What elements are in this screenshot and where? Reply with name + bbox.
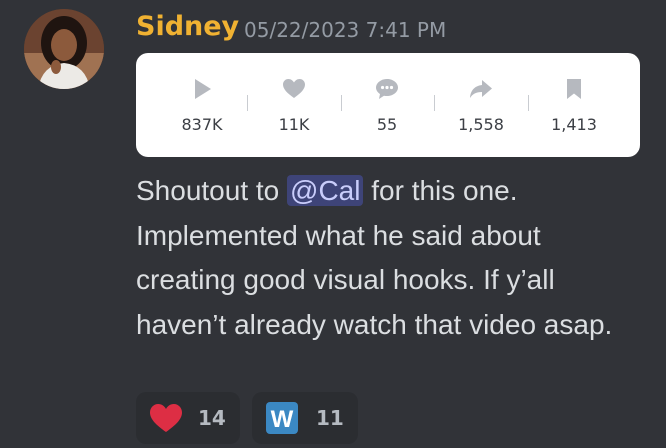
play-icon: [190, 77, 214, 101]
stat-saves: 1,413: [529, 53, 619, 157]
stat-comments: 55: [342, 53, 432, 157]
heart-emoji-icon: [149, 403, 183, 433]
heart-icon: [282, 77, 306, 101]
stat-divider: [434, 95, 435, 111]
message-text: Shoutout to: [136, 175, 288, 206]
stat-likes: 11K: [249, 53, 339, 157]
stat-value: 1,413: [551, 115, 597, 134]
reaction-w[interactable]: W 11: [252, 392, 358, 444]
stat-divider: [247, 95, 248, 111]
stat-value: 55: [376, 115, 398, 134]
reaction-count: 11: [316, 406, 344, 430]
message-timestamp: 05/22/2023 7:41 PM: [244, 18, 447, 42]
user-mention[interactable]: @Cal: [287, 175, 364, 206]
bookmark-icon: [562, 77, 586, 101]
stat-plays: 837K: [157, 53, 247, 157]
w-emoji-glyph: W: [271, 406, 294, 433]
reaction-count: 14: [198, 406, 226, 430]
user-avatar[interactable]: [24, 9, 104, 89]
share-icon: [469, 77, 493, 101]
message-author[interactable]: Sidney: [136, 10, 239, 44]
message-content: Shoutout to @Cal for this one. Implement…: [136, 169, 626, 347]
w-emoji-icon: W: [266, 402, 298, 434]
stat-shares: 1,558: [436, 53, 526, 157]
stat-value: 837K: [181, 115, 223, 134]
video-stats-card[interactable]: 837K 11K 55 1,558 1,413: [136, 53, 640, 157]
comment-icon: [375, 77, 399, 101]
stat-value: 11K: [278, 115, 310, 134]
reaction-heart[interactable]: 14: [136, 392, 240, 444]
stat-value: 1,558: [458, 115, 504, 134]
